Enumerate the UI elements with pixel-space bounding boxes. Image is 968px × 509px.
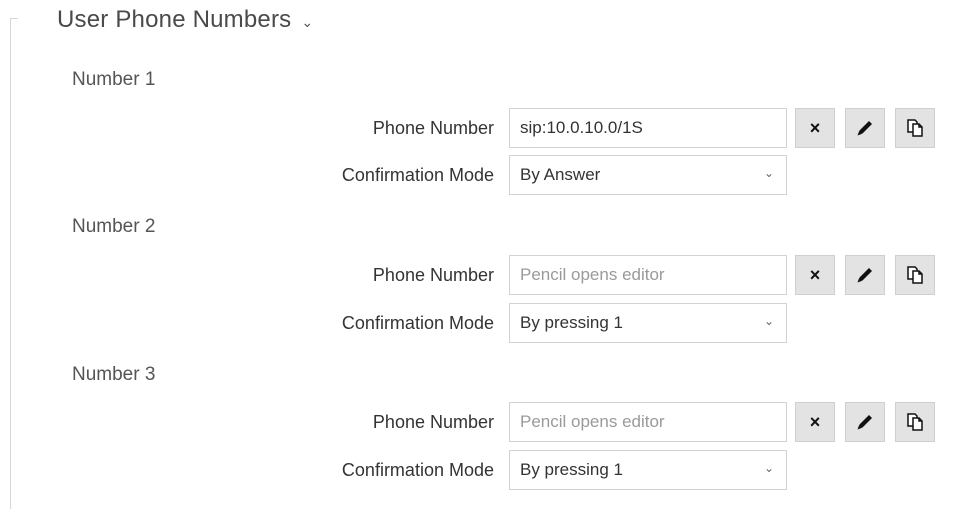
copy-button-3[interactable] <box>895 402 935 442</box>
edit-button-1[interactable] <box>845 108 885 148</box>
confirmation-mode-value: By Answer <box>520 165 601 184</box>
number-3-mode-row: Confirmation Mode By pressing 1 ⌄ <box>0 450 968 490</box>
close-icon: × <box>809 118 821 138</box>
clear-button-1[interactable]: × <box>795 108 835 148</box>
confirmation-mode-select-3[interactable]: By pressing 1 ⌄ <box>509 450 787 490</box>
chevron-down-icon: ⌄ <box>301 13 314 30</box>
chevron-down-icon: ⌄ <box>763 461 774 475</box>
phone-number-label: Phone Number <box>372 264 494 285</box>
close-icon: × <box>809 265 821 285</box>
section-frame-tick <box>10 18 18 19</box>
copy-button-1[interactable] <box>895 108 935 148</box>
phone-number-label: Phone Number <box>372 117 494 138</box>
copy-button-2[interactable] <box>895 255 935 295</box>
confirmation-mode-label: Confirmation Mode <box>341 312 494 333</box>
number-2-title: Number 2 <box>72 216 156 237</box>
chevron-down-icon: ⌄ <box>763 166 774 180</box>
chevron-down-icon: ⌄ <box>763 314 774 328</box>
confirmation-mode-value: By pressing 1 <box>520 313 623 332</box>
edit-button-3[interactable] <box>845 402 885 442</box>
confirmation-mode-label: Confirmation Mode <box>341 459 494 480</box>
number-2-mode-row: Confirmation Mode By pressing 1 ⌄ <box>0 303 968 343</box>
section-header[interactable]: User Phone Numbers ⌄ <box>57 6 313 34</box>
confirmation-mode-label: Confirmation Mode <box>341 164 494 185</box>
number-1-mode-row: Confirmation Mode By Answer ⌄ <box>0 155 968 195</box>
number-3-title: Number 3 <box>72 364 156 385</box>
confirmation-mode-value: By pressing 1 <box>520 460 623 479</box>
copy-icon <box>907 266 923 284</box>
number-3-phone-row: Phone Number × <box>0 402 968 442</box>
edit-button-2[interactable] <box>845 255 885 295</box>
phone-number-input-3[interactable] <box>509 402 787 442</box>
number-2-phone-row: Phone Number × <box>0 255 968 295</box>
phone-number-input-2[interactable] <box>509 255 787 295</box>
pencil-icon <box>857 415 872 430</box>
pencil-icon <box>857 121 872 136</box>
pencil-icon <box>857 268 872 283</box>
number-1-title: Number 1 <box>72 69 156 90</box>
confirmation-mode-select-2[interactable]: By pressing 1 ⌄ <box>509 303 787 343</box>
phone-number-label: Phone Number <box>372 411 494 432</box>
confirmation-mode-select-1[interactable]: By Answer ⌄ <box>509 155 787 195</box>
close-icon: × <box>809 412 821 432</box>
copy-icon <box>907 413 923 431</box>
clear-button-2[interactable]: × <box>795 255 835 295</box>
phone-number-input-1[interactable] <box>509 108 787 148</box>
clear-button-3[interactable]: × <box>795 402 835 442</box>
number-1-phone-row: Phone Number × <box>0 108 968 148</box>
section-title: User Phone Numbers <box>57 6 292 33</box>
copy-icon <box>907 119 923 137</box>
